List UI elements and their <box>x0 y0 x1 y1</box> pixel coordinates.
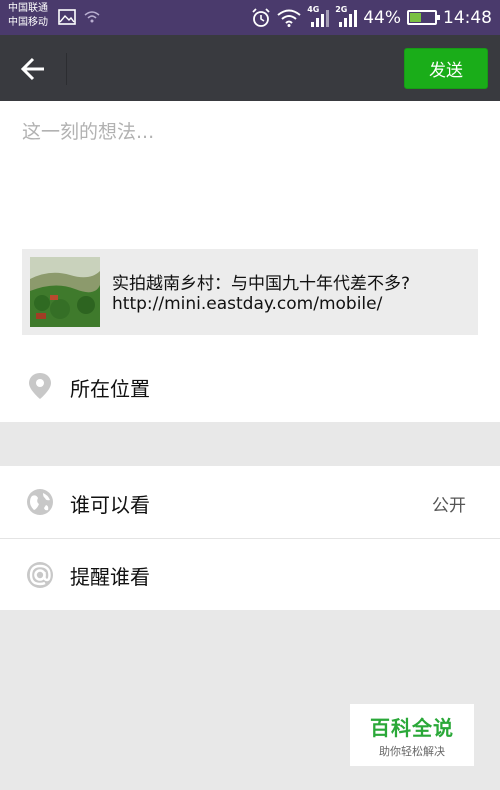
alarm-icon <box>252 7 270 27</box>
mention-label: 提醒谁看 <box>70 565 150 589</box>
shared-link-card[interactable]: 实拍越南乡村：与中国九十年代差不多? http://mini.eastday.c… <box>22 249 478 335</box>
location-row[interactable]: 所在位置 <box>0 350 500 422</box>
location-pin-icon <box>29 373 51 399</box>
action-bar: 发送 <box>0 35 500 101</box>
signal-4g-icon: 4G <box>307 5 330 29</box>
signal-2g-icon: 2G <box>335 5 358 29</box>
send-button[interactable]: 发送 <box>404 48 488 89</box>
wifi-icon <box>277 9 301 27</box>
link-title: 实拍越南乡村：与中国九十年代差不多? <box>112 274 411 294</box>
at-sign-icon <box>27 562 53 588</box>
carrier-info: 中国联通 中国移动 <box>8 2 48 30</box>
watermark-title: 百科全说 <box>370 715 454 740</box>
thought-input[interactable]: 这一刻的想法... <box>22 117 154 144</box>
link-thumbnail <box>30 257 100 327</box>
privacy-row[interactable]: 谁可以看 公开 <box>0 466 500 538</box>
back-arrow-icon[interactable] <box>18 53 50 85</box>
watermark-logo: 百科全说 助你轻松解决 <box>350 704 474 766</box>
location-label: 所在位置 <box>70 377 150 401</box>
watermark-subtitle: 助你轻松解决 <box>379 744 445 758</box>
clock: 14:48 <box>443 7 492 28</box>
privacy-value: 公开 <box>432 496 466 516</box>
globe-icon <box>27 489 53 515</box>
battery-percent: 44% <box>363 7 401 28</box>
compose-area: 这一刻的想法... 实拍越南乡村：与中国九十年代差不多? http://mini… <box>0 101 500 422</box>
privacy-label: 谁可以看 <box>70 493 150 517</box>
link-url: http://mini.eastday.com/mobile/ <box>112 294 383 314</box>
battery-icon <box>407 10 440 25</box>
image-icon <box>58 9 76 25</box>
mention-row[interactable]: 提醒谁看 <box>0 539 500 610</box>
carrier-2: 中国移动 <box>8 17 48 28</box>
action-bar-divider <box>66 53 67 85</box>
wifi-question-icon <box>84 11 100 23</box>
status-bar: 中国联通 中国移动 4G 2G 44% 14:48 <box>0 0 500 35</box>
carrier-1: 中国联通 <box>8 3 48 14</box>
